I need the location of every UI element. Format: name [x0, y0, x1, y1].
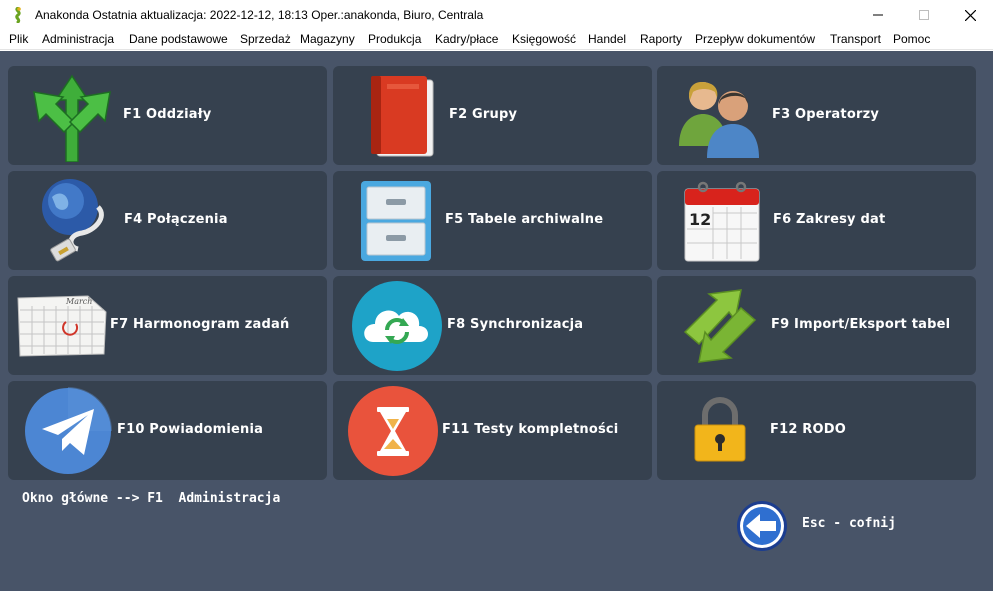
tile-f5-tabele-archiwalne[interactable]: F5 Tabele archiwalne — [333, 171, 652, 270]
menu-transport[interactable]: Transport — [830, 32, 881, 46]
tile-label: F2 Grupy — [449, 107, 518, 122]
tile-f3-operatorzy[interactable]: F3 Operatorzy — [657, 66, 976, 165]
close-button[interactable] — [947, 0, 993, 30]
window-title: Anakonda Ostatnia aktualizacja: 2022-12-… — [35, 8, 484, 22]
tile-f1-oddzialy[interactable]: F1 Oddziały — [8, 66, 327, 165]
tile-label: F10 Powiadomienia — [117, 422, 264, 437]
menu-magazyny[interactable]: Magazyny — [300, 32, 355, 46]
red-book-icon — [371, 76, 434, 157]
padlock-icon — [694, 397, 746, 462]
maximize-button[interactable] — [901, 0, 947, 30]
tile-label: F12 RODO — [770, 422, 847, 437]
globe-network-icon — [42, 179, 104, 262]
tile-f10-powiadomienia[interactable]: F10 Powiadomienia — [8, 381, 327, 480]
calendar-icon: 12 — [684, 181, 760, 262]
breadcrumb: Okno główne --> F1 Administracja — [22, 491, 281, 506]
tile-f4-polaczenia[interactable]: F4 Połączenia — [8, 171, 327, 270]
tile-f7-harmonogram-zadan[interactable]: March F7 Harmonogram zadań — [8, 276, 327, 375]
schedule-month-text: March — [65, 297, 92, 306]
menu-raporty[interactable]: Raporty — [640, 32, 682, 46]
menu-handel[interactable]: Handel — [588, 32, 626, 46]
menu-kadry-place[interactable]: Kadry/płace — [435, 32, 498, 46]
tile-label: F8 Synchronizacja — [447, 317, 584, 332]
tile-label: F3 Operatorzy — [772, 107, 880, 122]
menu-bar: Plik Administracja Dane podstawowe Sprze… — [0, 30, 993, 50]
tile-f2-grupy[interactable]: F2 Grupy — [333, 66, 652, 165]
menu-administracja[interactable]: Administracja — [42, 32, 114, 46]
branch-arrows-icon — [33, 74, 111, 162]
back-button-label: Esc - cofnij — [802, 516, 896, 531]
title-bar: Anakonda Ostatnia aktualizacja: 2022-12-… — [0, 0, 993, 30]
tile-label: F9 Import/Eksport tabel — [771, 317, 951, 332]
tile-f12-rodo[interactable]: F12 RODO — [657, 381, 976, 480]
menu-dane-podstawowe[interactable]: Dane podstawowe — [129, 32, 228, 46]
minimize-button[interactable] — [855, 0, 901, 30]
tile-f8-synchronizacja[interactable]: F8 Synchronizacja — [333, 276, 652, 375]
tile-label: F7 Harmonogram zadań — [110, 317, 290, 332]
tile-label: F1 Oddziały — [123, 107, 212, 122]
tile-label: F6 Zakresy dat — [773, 212, 886, 227]
paper-plane-icon — [23, 386, 113, 476]
tile-label: F5 Tabele archiwalne — [445, 212, 604, 227]
hourglass-icon — [348, 386, 438, 476]
maximize-icon — [919, 10, 929, 20]
menu-przeplyw-dokumentow[interactable]: Przepływ dokumentów — [695, 32, 815, 46]
main-panel: F1 Oddziały F2 Grupy F3 Operatorzy F4 Po… — [0, 51, 993, 591]
file-cabinet-icon — [361, 181, 431, 261]
close-icon — [964, 9, 976, 21]
import-export-arrows-icon — [683, 289, 757, 363]
tile-f9-import-eksport-tabel[interactable]: F9 Import/Eksport tabel — [657, 276, 976, 375]
schedule-calendar-icon: March — [17, 295, 107, 357]
cloud-sync-icon — [352, 281, 442, 371]
menu-pomoc[interactable]: Pomoc — [893, 32, 930, 46]
tile-label: F11 Testy kompletności — [442, 422, 619, 437]
menu-produkcja[interactable]: Produkcja — [368, 32, 421, 46]
back-arrow-icon — [737, 501, 787, 551]
snake-app-icon — [15, 7, 21, 23]
minimize-icon — [873, 14, 883, 16]
tile-f11-testy-kompletnosci[interactable]: F11 Testy kompletności — [333, 381, 652, 480]
menu-sprzedaz[interactable]: Sprzedaż — [240, 32, 291, 46]
menu-plik[interactable]: Plik — [9, 32, 28, 46]
tile-f6-zakresy-dat[interactable]: 12 F6 Zakresy dat — [657, 171, 976, 270]
back-button[interactable]: Esc - cofnij — [736, 500, 936, 552]
users-icon — [679, 82, 759, 158]
tile-label: F4 Połączenia — [124, 212, 228, 227]
calendar-day-number: 12 — [689, 210, 711, 229]
menu-ksiegowosc[interactable]: Księgowość — [512, 32, 576, 46]
